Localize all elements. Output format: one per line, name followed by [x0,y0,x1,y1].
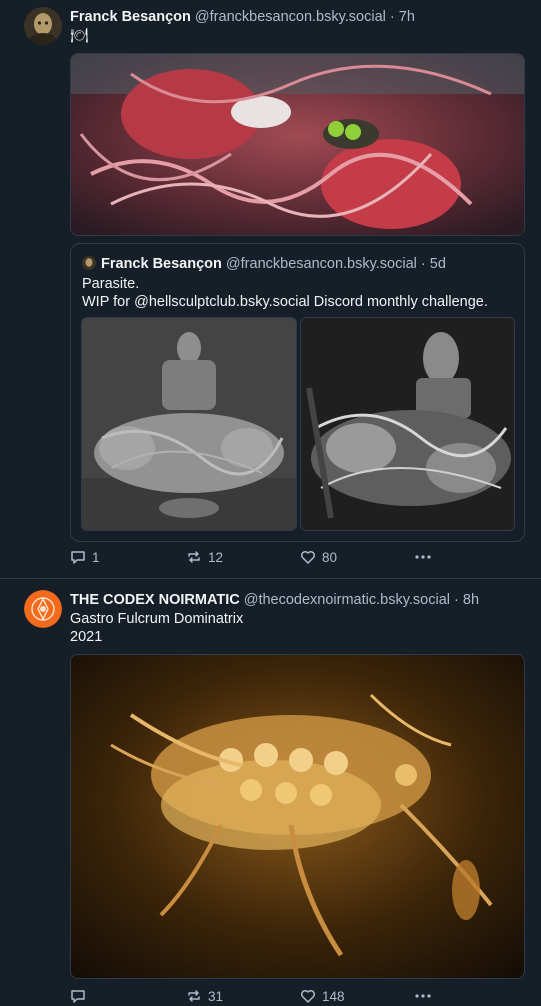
post-image[interactable] [70,654,525,979]
post-time[interactable]: · 7h [390,9,415,25]
like-icon [300,549,316,565]
author-handle[interactable]: @franckbesancon.bsky.social [195,9,386,25]
post-actions: 1 12 80 [70,549,450,567]
author-name[interactable]: Franck Besançon [70,9,191,25]
author-avatar[interactable] [24,590,62,628]
like-button[interactable]: 80 [300,549,337,565]
repost-icon [186,988,202,1004]
quoted-time: · 5d [420,256,446,272]
like-icon [300,988,316,1004]
like-count: 148 [322,988,345,1004]
repost-button[interactable]: 12 [186,549,223,565]
author-avatar[interactable] [24,7,62,45]
post-franck[interactable]: Franck Besançon @franckbesancon.bsky.soc… [0,0,541,578]
post-header: Franck Besançon @franckbesancon.bsky.soc… [70,8,415,26]
reply-count: 1 [92,549,100,565]
post-text: 🍽 [70,28,89,44]
quoted-image-1[interactable] [81,317,297,531]
author-handle[interactable]: @thecodexnoirmatic.bsky.social [244,592,450,608]
reply-icon [70,988,86,1004]
post-codex-noirmatic[interactable]: THE CODEX NOIRMATIC @thecodexnoirmatic.b… [0,579,541,1004]
quoted-text-line2: WIP for @hellsculptclub.bsky.social Disc… [82,294,488,310]
more-icon [414,988,432,1004]
quoted-text-line1: Parasite. [82,276,140,292]
repost-count: 31 [208,988,224,1004]
quoted-header: Franck Besançon @franckbesancon.bsky.soc… [101,255,446,273]
quoted-author-name: Franck Besançon [101,256,222,272]
quoted-author-handle: @franckbesancon.bsky.social [225,256,417,272]
more-icon [414,549,432,565]
repost-button[interactable]: 31 [186,988,223,1004]
post-image[interactable] [70,53,525,236]
post-header: THE CODEX NOIRMATIC @thecodexnoirmatic.b… [70,591,479,609]
more-options-button[interactable] [414,549,432,565]
post-text-line2: 2021 [70,629,103,645]
quoted-post[interactable]: Franck Besançon @franckbesancon.bsky.soc… [70,243,525,542]
repost-icon [186,549,202,565]
reply-icon [70,549,86,565]
quoted-image-2[interactable] [300,317,515,531]
reply-button[interactable] [70,988,92,1004]
reply-button[interactable]: 1 [70,549,100,565]
like-button[interactable]: 148 [300,988,345,1004]
author-name[interactable]: THE CODEX NOIRMATIC [70,592,240,608]
more-options-button[interactable] [414,988,432,1004]
post-actions: 31 148 [70,988,450,1006]
repost-count: 12 [208,549,224,565]
like-count: 80 [322,549,338,565]
post-text-line1: Gastro Fulcrum Dominatrix [70,611,244,627]
quoted-author-avatar [82,256,96,270]
post-time[interactable]: · 8h [454,592,479,608]
